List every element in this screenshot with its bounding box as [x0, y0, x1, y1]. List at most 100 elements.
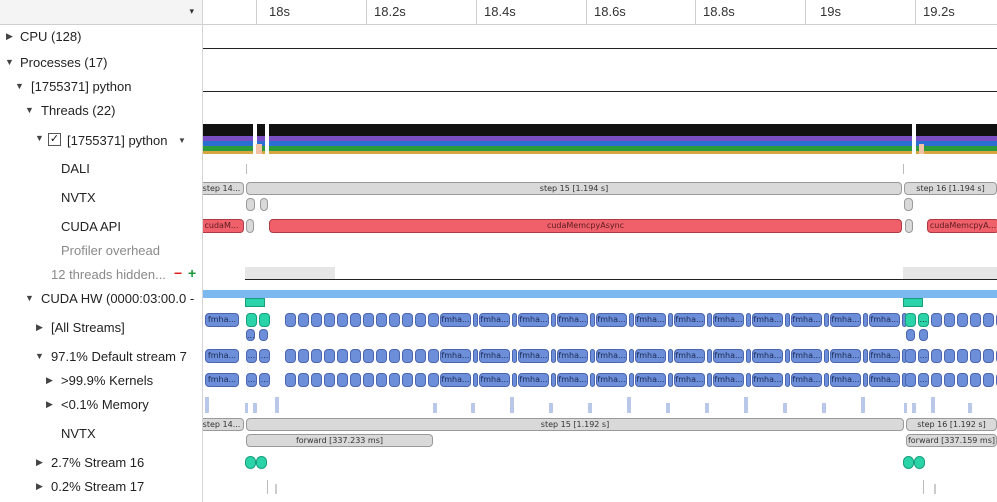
- kernel-fmha[interactable]: fmha...: [518, 373, 549, 387]
- tree-row-cpu[interactable]: ▶ CPU (128): [0, 25, 202, 49]
- stream16-kernel[interactable]: [256, 456, 267, 469]
- expand-down-icon[interactable]: ▼: [35, 351, 44, 361]
- kernel-small[interactable]: [246, 313, 257, 327]
- kernel-small[interactable]: ...: [259, 373, 270, 387]
- expand-down-icon[interactable]: ▼: [35, 133, 44, 143]
- kernel-small[interactable]: [285, 373, 296, 387]
- expand-right-icon[interactable]: ▶: [36, 322, 43, 333]
- kernel-small[interactable]: [668, 373, 673, 387]
- kernel-small[interactable]: [415, 313, 426, 327]
- kernel-small[interactable]: [363, 349, 374, 363]
- kernel-small[interactable]: [285, 349, 296, 363]
- memory-op[interactable]: [433, 403, 437, 413]
- kernel-small[interactable]: [863, 373, 868, 387]
- cuda-api-small-call[interactable]: [905, 219, 913, 233]
- kernel-small[interactable]: [785, 349, 790, 363]
- kernel-small[interactable]: [298, 349, 309, 363]
- kernel-small[interactable]: [402, 313, 413, 327]
- kernel-fmha[interactable]: fmha...: [205, 313, 239, 327]
- kernel-small[interactable]: [428, 349, 439, 363]
- chevron-down-icon[interactable]: ▾: [189, 6, 194, 17]
- kernel-small[interactable]: [298, 313, 309, 327]
- nvtx-step-16[interactable]: step 16 [1.194 s]: [904, 182, 997, 195]
- kernel-small[interactable]: [428, 313, 439, 327]
- kernel-small[interactable]: ...: [918, 313, 929, 327]
- memory-op[interactable]: [588, 403, 592, 413]
- time-ruler[interactable]: 18s 18.2s 18.4s 18.6s 18.8s 19s 19.2s: [203, 0, 997, 25]
- kernel-small[interactable]: [931, 349, 942, 363]
- kernel-small[interactable]: [707, 313, 712, 327]
- kernel-small[interactable]: [363, 373, 374, 387]
- kernel-small[interactable]: [931, 373, 942, 387]
- timeline-panel[interactable]: 18s 18.2s 18.4s 18.6s 18.8s 19s 19.2s st…: [203, 0, 997, 502]
- kernel-small[interactable]: ...: [246, 329, 255, 341]
- kernel-small[interactable]: [350, 313, 361, 327]
- kernel-fmha[interactable]: fmha...: [791, 349, 822, 363]
- tree-row-cuda-hw[interactable]: ▼ CUDA HW (0000:03:00.0 -: [0, 287, 202, 311]
- kernel-fmha[interactable]: fmha...: [557, 349, 588, 363]
- kernel-small[interactable]: [551, 373, 556, 387]
- kernel-small[interactable]: [944, 313, 955, 327]
- memory-op[interactable]: [822, 403, 826, 413]
- kernel-fmha[interactable]: fmha...: [205, 373, 239, 387]
- kernel-small[interactable]: [590, 373, 595, 387]
- tree-row-stream17[interactable]: ▶ 0.2% Stream 17: [0, 475, 202, 499]
- expand-down-icon[interactable]: ▼: [25, 105, 34, 115]
- expand-down-icon[interactable]: ▼: [5, 57, 14, 67]
- kernel-small[interactable]: [905, 373, 916, 387]
- kernel-small[interactable]: [919, 329, 928, 341]
- kernel-small[interactable]: [983, 349, 994, 363]
- kernel-small[interactable]: [415, 349, 426, 363]
- kernel-small[interactable]: [428, 373, 439, 387]
- kernel-fmha[interactable]: fmha...: [713, 373, 744, 387]
- gpu-nvtx-step-14[interactable]: step 14...: [203, 418, 244, 431]
- kernel-fmha[interactable]: fmha...: [635, 373, 666, 387]
- kernel-small[interactable]: [905, 349, 916, 363]
- kernel-fmha[interactable]: fmha...: [713, 313, 744, 327]
- kernel-small[interactable]: [324, 373, 335, 387]
- nvtx-sub-range[interactable]: [260, 198, 268, 211]
- memory-op[interactable]: [968, 403, 972, 413]
- nvtx-sub-range[interactable]: [246, 198, 255, 211]
- chevron-down-icon[interactable]: ▼: [178, 136, 186, 145]
- kernel-fmha[interactable]: fmha...: [479, 313, 510, 327]
- kernel-fmha[interactable]: fmha...: [479, 373, 510, 387]
- expand-right-icon[interactable]: ▶: [46, 399, 53, 410]
- kernel-small[interactable]: [402, 349, 413, 363]
- kernel-small[interactable]: [970, 349, 981, 363]
- kernel-fmha[interactable]: fmha...: [752, 373, 783, 387]
- kernel-small[interactable]: [983, 373, 994, 387]
- stream16-kernel[interactable]: [245, 456, 256, 469]
- kernel-small[interactable]: [512, 373, 517, 387]
- kernel-small[interactable]: [512, 313, 517, 327]
- memory-op[interactable]: [627, 397, 631, 413]
- kernel-fmha[interactable]: fmha...: [518, 349, 549, 363]
- kernel-small[interactable]: [824, 349, 829, 363]
- kernel-fmha[interactable]: fmha...: [440, 373, 471, 387]
- kernel-small[interactable]: [970, 373, 981, 387]
- kernel-fmha[interactable]: fmha...: [752, 313, 783, 327]
- memory-op[interactable]: [783, 403, 787, 413]
- memory-op[interactable]: [861, 397, 865, 413]
- kernel-fmha[interactable]: fmha...: [830, 313, 861, 327]
- kernel-small[interactable]: ...: [246, 349, 257, 363]
- memory-op[interactable]: [510, 397, 514, 413]
- kernel-small[interactable]: [551, 313, 556, 327]
- kernel-small[interactable]: [376, 349, 387, 363]
- kernel-small[interactable]: [668, 313, 673, 327]
- kernel-small[interactable]: [668, 349, 673, 363]
- kernel-fmha[interactable]: fmha...: [674, 349, 705, 363]
- kernel-small[interactable]: ...: [918, 373, 929, 387]
- thread-checkbox[interactable]: ✓: [48, 133, 61, 146]
- kernel-small[interactable]: [629, 313, 634, 327]
- kernel-small[interactable]: [259, 329, 268, 341]
- memory-op[interactable]: [253, 403, 257, 413]
- kernel-small[interactable]: [285, 313, 296, 327]
- kernel-small[interactable]: [957, 373, 968, 387]
- tree-row-process[interactable]: ▼ [1755371] python: [0, 75, 202, 99]
- kernel-small[interactable]: [350, 373, 361, 387]
- kernel-small[interactable]: [944, 349, 955, 363]
- kernel-small[interactable]: ...: [918, 349, 929, 363]
- cuda-api-call[interactable]: cudaM...: [203, 219, 244, 233]
- tree-row-thread[interactable]: ▼ ✓ [1755371] python ▼: [0, 127, 202, 151]
